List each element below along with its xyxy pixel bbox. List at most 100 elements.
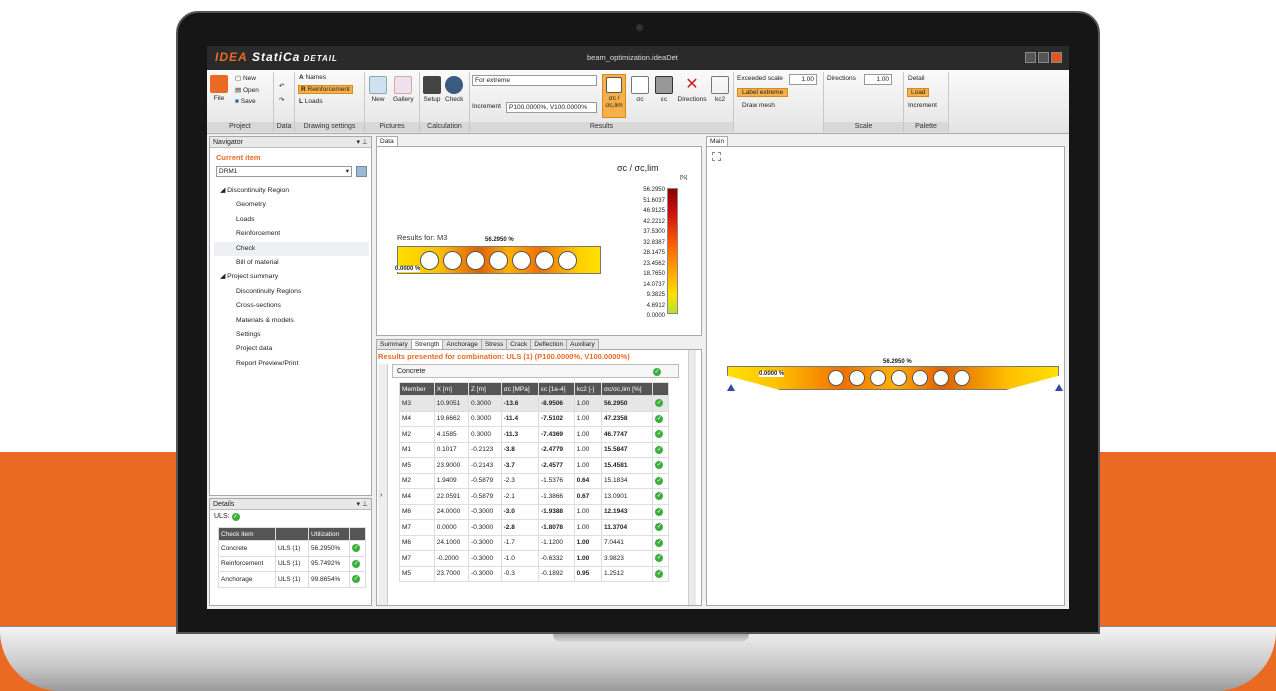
table-row[interactable]: M6 24.1000 -0.3000 -1.7 -1.1200 1.00 7.0441 ✓ — [399, 534, 669, 551]
new-button[interactable]: ▢ New — [235, 74, 256, 82]
nav-item[interactable]: Reinforcement — [214, 227, 369, 241]
open-button[interactable]: ▤ Open — [235, 86, 259, 94]
results-cell: M6 — [399, 503, 435, 520]
tab-auxiliary[interactable]: Auxiliary — [566, 339, 599, 349]
new-picture-icon — [369, 76, 387, 94]
table-row[interactable]: M2 1.9409 -0.5879 -2.3 -1.5376 0.64 15.1834 ✓ — [399, 472, 669, 489]
table-row[interactable]: M2 4.1585 0.3000 -11.3 -7.4369 1.00 46.7747 ✓ — [399, 426, 669, 443]
details-cell-status: ✓ — [349, 540, 366, 557]
results-col-header[interactable]: kc2 [-] — [573, 382, 602, 396]
tab-stress[interactable]: Stress — [480, 339, 508, 349]
names-button[interactable]: A Names — [299, 74, 326, 81]
minimize-icon[interactable] — [1025, 52, 1036, 63]
nav-item[interactable]: Materials & models — [214, 314, 369, 328]
table-row[interactable]: M7 -0.2000 -0.3000 -1.0 -0.6332 1.00 3.9823 ✓ — [399, 550, 669, 567]
undo-icon[interactable]: ↶ — [279, 82, 284, 90]
nav-item-label: Check — [236, 244, 256, 252]
file-button[interactable]: File — [210, 75, 228, 102]
fit-view-icon[interactable] — [712, 152, 721, 161]
load-button[interactable]: Load — [907, 88, 930, 97]
tab-deflection[interactable]: Deflection — [530, 339, 568, 349]
details-cell-item: Reinforcement — [218, 555, 276, 572]
kc2-button[interactable]: kc2 — [710, 76, 730, 103]
close-icon[interactable] — [1051, 52, 1062, 63]
increment-palette-button[interactable]: Increment — [908, 102, 937, 109]
navigator-tree: ◢ Discontinuity Region Geometry Loads Reinf… — [214, 184, 369, 371]
project-group-label: Project — [207, 122, 273, 132]
draw-mesh-button[interactable]: Draw mesh — [742, 102, 775, 109]
table-row[interactable]: M3 10.9051 0.3000 -13.6 -8.9506 1.00 56.2950 ✓ — [399, 395, 669, 412]
pictures-group-label: Pictures — [365, 122, 419, 132]
results-cell: 19.6662 — [433, 410, 470, 427]
table-row[interactable]: M6 24.0000 -0.3000 -3.0 -1.9388 1.00 12.1943 ✓ — [399, 503, 669, 520]
nav-item-label: Report Preview/Print — [236, 359, 299, 367]
tab-anchorage[interactable]: Anchorage — [442, 339, 482, 349]
loads-button[interactable]: L Loads — [299, 98, 323, 105]
tab-main[interactable]: Main — [706, 136, 729, 146]
nav-item[interactable]: Check — [214, 241, 369, 256]
table-row[interactable]: M4 22.0591 -0.5879 -2.1 -1.3866 0.67 13.0901 ✓ — [399, 488, 669, 505]
table-row[interactable]: M1 0.1017 -0.2123 -3.8 -2.4779 1.00 15.5847 ✓ — [399, 441, 669, 458]
table-row[interactable]: M5 23.9000 -0.2143 -3.7 -2.4577 1.00 15.4581 ✓ — [399, 457, 669, 474]
nav-item[interactable]: Geometry — [214, 198, 369, 212]
add-icon[interactable] — [356, 166, 367, 177]
reinforcement-button[interactable]: R Reinforcement — [298, 85, 353, 94]
nav-item[interactable]: Bill of material — [214, 256, 369, 270]
nav-item[interactable]: Cross-sections — [214, 299, 369, 313]
results-col-header[interactable]: σc/σc,lim [%] — [600, 382, 654, 396]
redo-icon[interactable]: ↷ — [279, 96, 284, 104]
nav-item[interactable]: ◢ Discontinuity Region — [214, 184, 369, 198]
nav-item[interactable]: Loads — [214, 213, 369, 227]
results-col-header[interactable]: σc [MPa] — [500, 382, 540, 396]
sigma-c-button[interactable]: σc — [628, 76, 652, 103]
table-row[interactable]: M7 0.0000 -0.3000 -2.8 -1.8078 1.00 11.3704 ✓ — [399, 519, 669, 536]
details-row[interactable]: Concrete ULS (1) 56.2950% ✓ — [218, 540, 366, 557]
results-col-header[interactable]: εc [1e-4] — [538, 382, 575, 396]
results-cell: -7.4369 — [538, 426, 575, 443]
results-cell-status: ✓ — [652, 488, 669, 505]
details-row[interactable]: Reinforcement ULS (1) 95.7492% ✓ — [218, 555, 366, 572]
nav-item[interactable]: Settings — [214, 328, 369, 342]
extreme-select[interactable]: For extreme — [472, 75, 597, 86]
nav-item[interactable]: Project data — [214, 342, 369, 356]
tab-summary[interactable]: Summary — [376, 339, 412, 349]
maximize-icon[interactable] — [1038, 52, 1049, 63]
directions-scale-input[interactable]: 1.00 — [864, 74, 892, 85]
results-cell: -2.1 — [500, 488, 540, 505]
check-button[interactable]: Check — [445, 76, 463, 103]
stress-ratio-button[interactable]: σc / σc,lim — [602, 74, 626, 118]
details-row[interactable]: Anchorage ULS (1) 99.8654% ✓ — [218, 571, 366, 588]
nav-item[interactable]: Report Preview/Print — [214, 357, 369, 371]
setup-button[interactable]: Setup — [423, 76, 441, 103]
tab-strength[interactable]: Strength — [410, 339, 444, 349]
results-col-header[interactable]: X [m] — [433, 382, 470, 396]
ok-icon: ✓ — [655, 538, 664, 547]
current-item-select[interactable]: DRM1 ▾ — [216, 166, 352, 177]
results-cell: 13.0901 — [600, 488, 654, 505]
save-button[interactable]: ■ Save — [235, 98, 256, 105]
new-picture-button[interactable]: New — [369, 76, 387, 103]
results-col-header[interactable]: Member — [399, 382, 435, 396]
table-row[interactable]: M4 19.6662 0.3000 -11.4 -7.5102 1.00 47.2358 ✓ — [399, 410, 669, 427]
results-table: Member X [m] Z [m] σc [MPa] εc [1e-4] kc2 [-]… — [399, 382, 669, 582]
results-scrollbar[interactable] — [688, 350, 696, 605]
results-cell: -0.2123 — [468, 441, 502, 458]
eps-c-button[interactable]: εc — [653, 76, 675, 103]
results-cell: 23.7000 — [433, 565, 470, 582]
table-row[interactable]: M5 23.7000 -0.3000 -0.3 -0.1892 0.95 1.2512 ✓ — [399, 565, 669, 582]
detail-button[interactable]: Detail — [908, 75, 925, 82]
nav-item[interactable]: Discontinuity Regions — [214, 285, 369, 299]
exceeded-scale-input[interactable]: 1.00 — [789, 74, 817, 85]
label-extreme-button[interactable]: Label extreme — [737, 88, 789, 97]
results-col-header[interactable]: Z [m] — [468, 382, 502, 396]
gallery-button[interactable]: Gallery — [393, 76, 414, 103]
tab-data[interactable]: Data — [376, 136, 398, 146]
tab-crack[interactable]: Crack — [506, 339, 532, 349]
expand-strip[interactable]: › — [378, 364, 388, 605]
beam-stress-plot — [397, 246, 601, 274]
details-header: Details ▾ ⊥ — [210, 499, 371, 510]
increment-select[interactable]: P100.0000%, V100.0000% — [506, 102, 597, 113]
results-cell: -0.3000 — [468, 565, 502, 582]
directions-button[interactable]: ✕ Directions — [676, 76, 708, 103]
nav-item[interactable]: ◢ Project summary — [214, 270, 369, 284]
